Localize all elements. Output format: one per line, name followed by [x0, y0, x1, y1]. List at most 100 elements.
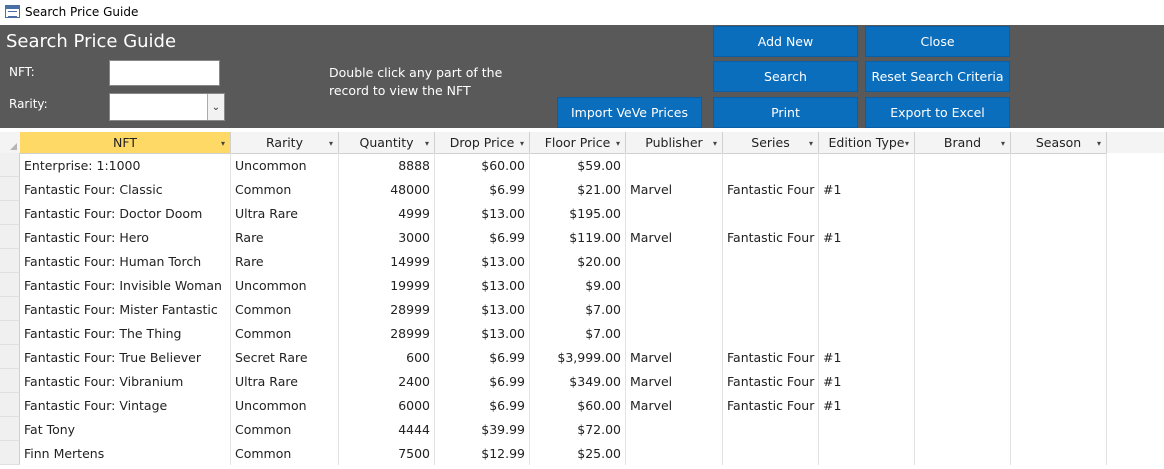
cell-publisher[interactable]: Marvel — [626, 225, 723, 249]
cell-rarity[interactable]: Ultra Rare — [231, 201, 339, 225]
cell-nft[interactable]: Fantastic Four: Classic — [20, 177, 231, 201]
column-header-drop-price[interactable]: Drop Price ▾ — [435, 132, 530, 153]
cell-season[interactable] — [1011, 369, 1107, 393]
cell-publisher[interactable] — [626, 441, 723, 465]
cell-edition-type[interactable]: #1 — [819, 369, 915, 393]
cell-edition-type[interactable]: #1 — [819, 393, 915, 417]
column-header-series[interactable]: Series ▾ — [723, 132, 819, 153]
cell-season[interactable] — [1011, 417, 1107, 441]
cell-edition-type[interactable] — [819, 417, 915, 441]
cell-rarity[interactable]: Uncommon — [231, 273, 339, 297]
cell-brand[interactable] — [915, 297, 1011, 321]
cell-brand[interactable] — [915, 201, 1011, 225]
cell-drop-price[interactable]: $13.00 — [435, 249, 530, 273]
cell-floor-price[interactable]: $349.00 — [530, 369, 626, 393]
cell-publisher[interactable] — [626, 297, 723, 321]
cell-brand[interactable] — [915, 345, 1011, 369]
table-row[interactable]: Fantastic Four: Human Torch Rare 14999 $13.… — [0, 249, 1107, 273]
cell-floor-price[interactable]: $9.00 — [530, 273, 626, 297]
filter-dropdown-icon[interactable]: ▾ — [713, 139, 717, 148]
cell-rarity[interactable]: Common — [231, 321, 339, 345]
cell-quantity[interactable]: 8888 — [339, 153, 435, 177]
cell-floor-price[interactable]: $59.00 — [530, 153, 626, 177]
cell-rarity[interactable]: Secret Rare — [231, 345, 339, 369]
record-selector[interactable] — [0, 153, 20, 177]
cell-quantity[interactable]: 600 — [339, 345, 435, 369]
table-row[interactable]: Fantastic Four: Classic Common 48000 $6.99 $… — [0, 177, 1107, 201]
column-header-brand[interactable]: Brand ▾ — [915, 132, 1011, 153]
cell-quantity[interactable]: 2400 — [339, 369, 435, 393]
cell-edition-type[interactable]: #1 — [819, 225, 915, 249]
cell-edition-type[interactable] — [819, 201, 915, 225]
column-header-edition-type[interactable]: Edition Type ▾ — [819, 132, 915, 153]
record-selector[interactable] — [0, 321, 20, 345]
cell-season[interactable] — [1011, 249, 1107, 273]
column-header-publisher[interactable]: Publisher ▾ — [626, 132, 723, 153]
cell-floor-price[interactable]: $119.00 — [530, 225, 626, 249]
cell-series[interactable]: Fantastic Four — [723, 345, 819, 369]
cell-quantity[interactable]: 7500 — [339, 441, 435, 465]
cell-nft[interactable]: Fantastic Four: The Thing — [20, 321, 231, 345]
filter-dropdown-icon[interactable]: ▾ — [425, 139, 429, 148]
cell-quantity[interactable]: 14999 — [339, 249, 435, 273]
cell-drop-price[interactable]: $13.00 — [435, 273, 530, 297]
cell-nft[interactable]: Fantastic Four: Vibranium — [20, 369, 231, 393]
cell-brand[interactable] — [915, 441, 1011, 465]
cell-brand[interactable] — [915, 273, 1011, 297]
rarity-select[interactable]: ⌄ — [109, 93, 225, 121]
cell-drop-price[interactable]: $13.00 — [435, 201, 530, 225]
record-selector[interactable] — [0, 417, 20, 441]
cell-publisher[interactable] — [626, 273, 723, 297]
column-header-season[interactable]: Season ▾ — [1011, 132, 1107, 153]
cell-publisher[interactable] — [626, 153, 723, 177]
cell-series[interactable] — [723, 201, 819, 225]
cell-nft[interactable]: Fantastic Four: Mister Fantastic — [20, 297, 231, 321]
cell-floor-price[interactable]: $25.00 — [530, 441, 626, 465]
reset-search-button[interactable]: Reset Search Criteria — [865, 61, 1010, 92]
cell-drop-price[interactable]: $6.99 — [435, 345, 530, 369]
chevron-down-icon[interactable]: ⌄ — [207, 94, 224, 120]
cell-publisher[interactable]: Marvel — [626, 345, 723, 369]
cell-publisher[interactable]: Marvel — [626, 369, 723, 393]
cell-floor-price[interactable]: $7.00 — [530, 297, 626, 321]
cell-series[interactable] — [723, 249, 819, 273]
search-button[interactable]: Search — [713, 61, 858, 92]
cell-series[interactable]: Fantastic Four — [723, 369, 819, 393]
filter-dropdown-icon[interactable]: ▾ — [1097, 139, 1101, 148]
cell-quantity[interactable]: 48000 — [339, 177, 435, 201]
cell-series[interactable] — [723, 441, 819, 465]
cell-floor-price[interactable]: $60.00 — [530, 393, 626, 417]
cell-quantity[interactable]: 4444 — [339, 417, 435, 441]
cell-edition-type[interactable] — [819, 321, 915, 345]
cell-series[interactable] — [723, 417, 819, 441]
cell-rarity[interactable]: Common — [231, 441, 339, 465]
cell-series[interactable] — [723, 297, 819, 321]
cell-season[interactable] — [1011, 225, 1107, 249]
filter-dropdown-icon[interactable]: ▾ — [616, 139, 620, 148]
cell-publisher[interactable] — [626, 249, 723, 273]
cell-season[interactable] — [1011, 321, 1107, 345]
column-header-rarity[interactable]: Rarity ▾ — [231, 132, 339, 153]
record-selector[interactable] — [0, 297, 20, 321]
import-prices-button[interactable]: Import VeVe Prices — [557, 97, 702, 128]
cell-edition-type[interactable] — [819, 153, 915, 177]
record-selector[interactable] — [0, 177, 20, 201]
cell-brand[interactable] — [915, 225, 1011, 249]
table-row[interactable]: Fantastic Four: Hero Rare 3000 $6.99 $119.00… — [0, 225, 1107, 249]
table-row[interactable]: Fantastic Four: Mister Fantastic Common 28… — [0, 297, 1107, 321]
cell-rarity[interactable]: Common — [231, 417, 339, 441]
table-row[interactable]: Fantastic Four: True Believer Secret Rare… — [0, 345, 1107, 369]
cell-floor-price[interactable]: $3,999.00 — [530, 345, 626, 369]
add-new-button[interactable]: Add New — [713, 26, 858, 57]
close-button[interactable]: Close — [865, 26, 1010, 57]
cell-quantity[interactable]: 28999 — [339, 321, 435, 345]
cell-brand[interactable] — [915, 393, 1011, 417]
cell-brand[interactable] — [915, 321, 1011, 345]
filter-dropdown-icon[interactable]: ▾ — [809, 139, 813, 148]
cell-season[interactable] — [1011, 273, 1107, 297]
record-selector[interactable] — [0, 369, 20, 393]
cell-brand[interactable] — [915, 177, 1011, 201]
cell-nft[interactable]: Finn Mertens — [20, 441, 231, 465]
cell-publisher[interactable]: Marvel — [626, 393, 723, 417]
filter-dropdown-icon[interactable]: ▾ — [1001, 139, 1005, 148]
